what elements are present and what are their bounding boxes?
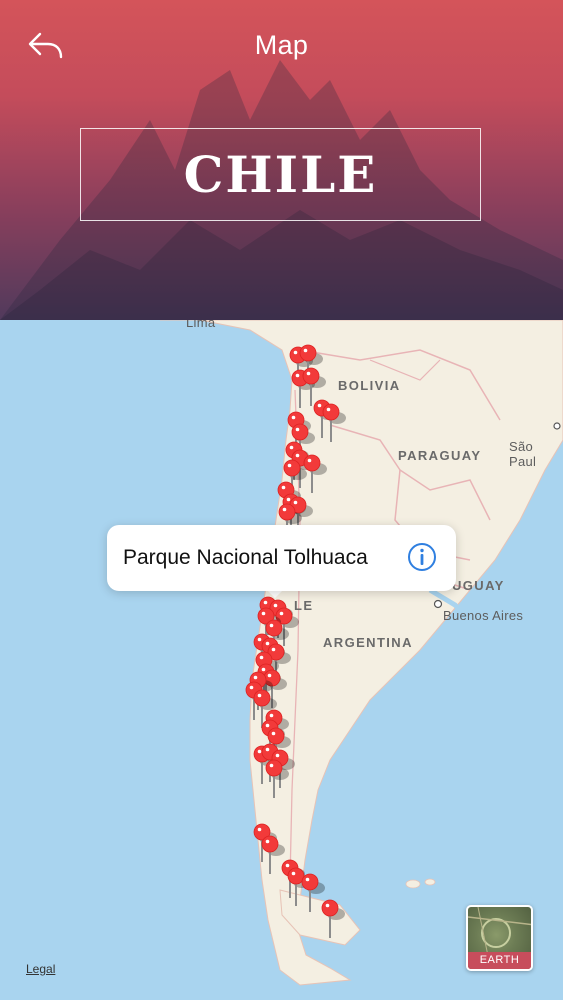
country-banner: CHILE (80, 128, 481, 221)
callout-title: Parque Nacional Tolhuaca (123, 546, 368, 569)
location-callout[interactable]: Parque Nacional Tolhuaca (107, 525, 456, 591)
map-pin[interactable] (261, 835, 285, 874)
legal-link[interactable]: Legal (26, 962, 55, 976)
map-pin[interactable] (321, 899, 345, 938)
map-pin[interactable] (301, 873, 325, 912)
header: Map CHILE (0, 0, 563, 320)
map-pin[interactable] (303, 454, 327, 493)
info-circle-icon (407, 543, 437, 576)
map-pin[interactable] (322, 403, 346, 442)
info-button[interactable] (407, 542, 437, 572)
country-name: CHILE (183, 145, 378, 204)
map-type-label: EARTH (468, 952, 531, 969)
pins-layer (245, 344, 346, 938)
map-type-earth-button[interactable]: EARTH (466, 905, 533, 971)
page-title: Map (254, 30, 309, 60)
map-view[interactable]: Lima BOLIVIA PARAGUAY São Paul UGUAY LE … (0, 320, 563, 1000)
